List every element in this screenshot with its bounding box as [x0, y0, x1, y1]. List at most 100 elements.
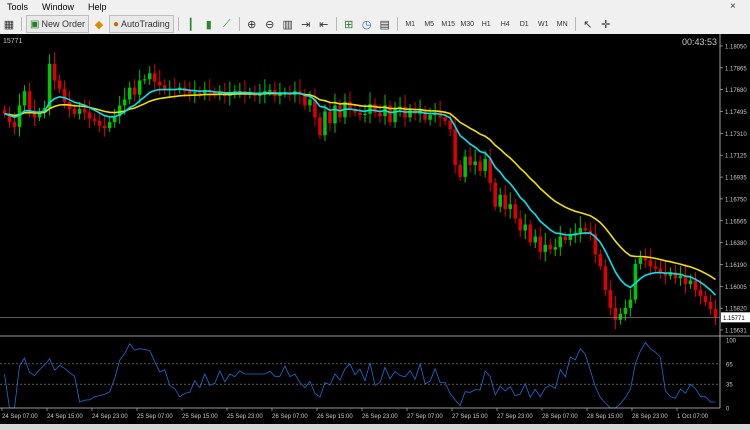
candle-body	[713, 309, 718, 318]
crosshair-icon[interactable]: ✛	[598, 16, 614, 32]
chart-canvas[interactable]: 1.18050 1.17865 1.17680 1.17495 1.17310 1.171…	[0, 34, 750, 424]
candle-body	[443, 117, 447, 121]
zoom-out-icon[interactable]: ⊖	[262, 16, 278, 32]
timeframe-m1[interactable]: M1	[402, 16, 419, 32]
candle-body	[488, 159, 492, 183]
time-tick-label: 25 Sep 07:00	[137, 414, 173, 420]
close-window-icon[interactable]: ×	[730, 2, 740, 12]
candle-body	[107, 122, 112, 129]
time-tick-label: 27 Sep 07:00	[407, 414, 443, 420]
price-tick-label: 1.16935	[725, 176, 747, 182]
zoom-in-icon[interactable]: ⊕	[244, 16, 260, 32]
candle-body	[628, 299, 633, 308]
candle-body	[308, 99, 312, 106]
new-order-label: New Order	[41, 19, 85, 29]
candle-body	[698, 290, 703, 297]
oscillator-tick-label: 0	[726, 407, 730, 413]
candle-body	[142, 79, 147, 81]
candle-body	[147, 73, 152, 80]
slow-moving-average-line	[4, 92, 716, 281]
timeframe-m5[interactable]: M5	[421, 16, 438, 32]
price-tick-label: 1.16190	[725, 263, 747, 269]
oscillator-line	[4, 341, 716, 409]
candle-body	[268, 89, 272, 92]
candle-body	[568, 235, 573, 241]
candle-body	[92, 118, 97, 121]
toolbar-separator	[335, 17, 337, 31]
price-tick-label: 1.18050	[725, 45, 747, 51]
bar-chart-icon[interactable]: ┃	[183, 16, 199, 32]
oscillator-tick-label: 65	[726, 362, 733, 368]
indicators-icon[interactable]: ⊞	[341, 16, 357, 32]
candle-body	[363, 113, 367, 115]
candle-body	[458, 165, 462, 177]
candle-body	[648, 260, 653, 267]
menu-bar: Tools Window Help ×	[0, 0, 750, 14]
auto-scroll-icon[interactable]: ⇥	[298, 16, 314, 32]
candle-body	[598, 254, 603, 267]
tile-windows-icon[interactable]: ▥	[280, 16, 296, 32]
status-bar	[0, 424, 750, 430]
menu-help[interactable]: Help	[81, 2, 114, 12]
periods-icon[interactable]: ◷	[359, 16, 375, 32]
time-tick-label: 27 Sep 23:00	[497, 414, 533, 420]
timeframe-h4[interactable]: H4	[497, 16, 514, 32]
line-chart-icon[interactable]: ⟋	[219, 16, 235, 32]
candle-body	[463, 156, 467, 177]
candle-body	[328, 111, 332, 124]
candle-body	[188, 91, 192, 94]
candle-body	[12, 122, 17, 127]
candle-body	[448, 120, 452, 130]
time-tick-label: 27 Sep 15:00	[452, 414, 488, 420]
price-tick-label: 1.16565	[725, 219, 747, 225]
time-tick-label: 28 Sep 15:00	[587, 414, 623, 420]
timeframe-m15[interactable]: M15	[440, 16, 457, 32]
candle-body	[152, 73, 157, 82]
candles-icon[interactable]: ▮	[201, 16, 217, 32]
candle-body	[708, 301, 713, 310]
toolbar-separator	[396, 17, 398, 31]
autotrading-button[interactable]: ● AutoTrading	[108, 15, 174, 33]
candle-body	[193, 92, 197, 94]
timeframe-mn[interactable]: MN	[554, 16, 571, 32]
price-tick-label: 1.17495	[725, 110, 747, 116]
candle-body	[358, 112, 362, 115]
autotrading-label: AutoTrading	[121, 19, 170, 29]
profiles-icon[interactable]: ▦	[1, 16, 17, 32]
candle-body	[323, 111, 327, 136]
timeframe-w1[interactable]: W1	[535, 16, 552, 32]
candle-body	[553, 247, 558, 250]
candle-body	[132, 87, 137, 95]
chart-window[interactable]: 1.18050 1.17865 1.17680 1.17495 1.17310 1.171…	[0, 34, 750, 424]
experts-icon[interactable]: ◆	[91, 16, 107, 32]
candle-body	[22, 91, 27, 106]
price-tick-label: 1.15820	[725, 307, 747, 313]
price-tick-label: 1.17865	[725, 66, 747, 72]
candle-body	[618, 313, 623, 320]
candle-body	[82, 109, 87, 113]
candle-body	[378, 112, 382, 117]
time-tick-label: 26 Sep 23:00	[362, 414, 398, 420]
candle-body	[87, 112, 92, 119]
time-tick-label: 25 Sep 23:00	[227, 414, 263, 420]
chart-shift-icon[interactable]: ⇤	[316, 16, 332, 32]
candle-body	[518, 218, 522, 231]
price-tick-label: 1.17125	[725, 154, 747, 160]
menu-window[interactable]: Window	[35, 2, 81, 12]
price-tick-label: 1.17310	[725, 132, 747, 138]
menu-tools[interactable]: Tools	[0, 2, 35, 12]
symbol-label: 15771	[3, 38, 23, 45]
oscillator-tick-label: 100	[726, 339, 737, 345]
timeframe-h1[interactable]: H1	[478, 16, 495, 32]
price-tick-label: 1.16750	[725, 197, 747, 203]
timeframe-d1[interactable]: D1	[516, 16, 533, 32]
candle-body	[72, 109, 77, 114]
new-order-button[interactable]: ▣ New Order	[26, 15, 89, 33]
cursor-icon[interactable]: ↖	[580, 16, 596, 32]
templates-icon[interactable]: ▤	[377, 16, 393, 32]
candle-body	[453, 129, 457, 166]
candle-body	[613, 307, 618, 320]
candle-body	[643, 257, 648, 261]
timeframe-m30[interactable]: M30	[459, 16, 476, 32]
candle-body	[198, 92, 202, 94]
